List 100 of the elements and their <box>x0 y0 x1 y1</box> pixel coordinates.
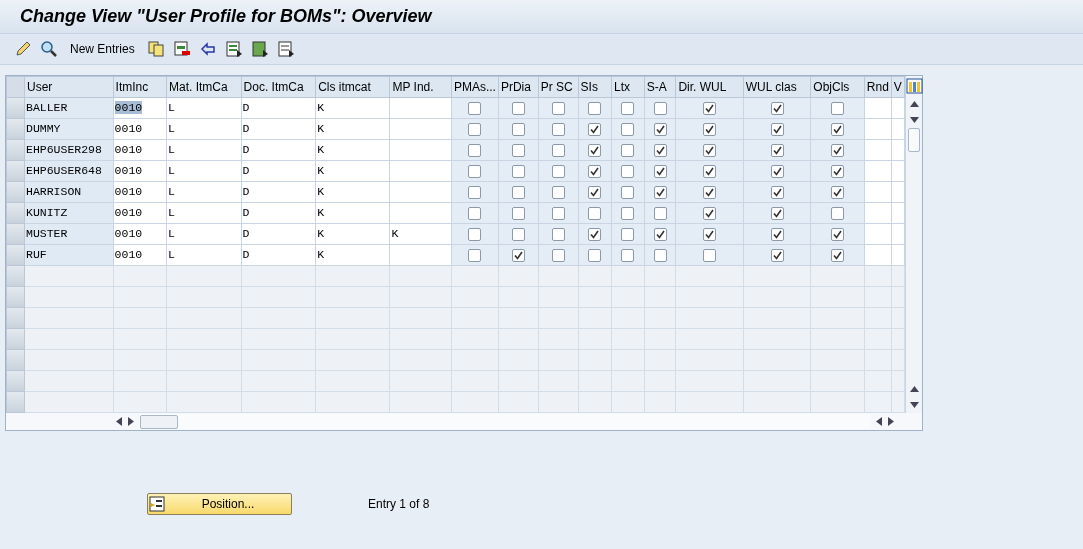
checkbox[interactable] <box>770 249 784 263</box>
table-cell[interactable]: K <box>317 185 325 199</box>
checkbox[interactable] <box>468 123 482 137</box>
checkbox[interactable] <box>621 228 635 242</box>
scroll-up-arrow-icon[interactable] <box>909 101 919 107</box>
checkbox[interactable] <box>770 228 784 242</box>
checkbox[interactable] <box>511 144 525 158</box>
checkbox[interactable] <box>703 249 717 263</box>
checkbox[interactable] <box>551 186 565 200</box>
scroll-down-arrow-icon[interactable] <box>909 402 919 408</box>
table-cell[interactable]: K <box>317 143 325 157</box>
checkbox[interactable] <box>703 165 717 179</box>
table-cell[interactable]: K <box>317 101 325 115</box>
checkbox[interactable] <box>588 186 602 200</box>
table-cell[interactable]: L <box>168 248 175 262</box>
new-entries-button[interactable]: New Entries <box>66 40 139 58</box>
column-settings-icon[interactable] <box>906 76 923 96</box>
checkbox[interactable] <box>703 186 717 200</box>
table-cell[interactable]: L <box>168 143 175 157</box>
table-cell[interactable]: D <box>242 248 250 262</box>
scroll-left-button[interactable] <box>876 417 882 426</box>
table-cell[interactable]: L <box>168 101 175 115</box>
table-cell[interactable]: D <box>242 185 250 199</box>
undo-icon[interactable] <box>198 40 217 58</box>
table-cell[interactable]: K <box>317 164 325 178</box>
table-cell[interactable]: D <box>242 122 250 136</box>
scroll-up-arrow-icon[interactable] <box>909 386 919 392</box>
checkbox[interactable] <box>468 186 482 200</box>
table-cell[interactable]: K <box>391 227 399 241</box>
checkbox[interactable] <box>588 123 602 137</box>
table-cell[interactable]: D <box>242 143 250 157</box>
checkbox[interactable] <box>621 249 635 263</box>
checkbox[interactable] <box>831 102 845 116</box>
checkbox[interactable] <box>653 186 667 200</box>
scroll-left-button[interactable] <box>116 417 122 426</box>
checkbox[interactable] <box>551 102 565 116</box>
table-cell[interactable]: L <box>168 185 175 199</box>
table-cell[interactable]: D <box>242 101 250 115</box>
checkbox[interactable] <box>770 144 784 158</box>
checkbox[interactable] <box>551 228 565 242</box>
checkbox[interactable] <box>588 228 602 242</box>
checkbox[interactable] <box>511 249 525 263</box>
table-cell[interactable]: L <box>168 206 175 220</box>
table-cell[interactable]: L <box>168 164 175 178</box>
pencil-icon[interactable] <box>14 40 32 58</box>
checkbox[interactable] <box>703 123 717 137</box>
select-all-icon[interactable] <box>224 40 243 58</box>
checkbox[interactable] <box>653 144 667 158</box>
checkbox[interactable] <box>511 228 525 242</box>
table-cell[interactable]: K <box>317 206 325 220</box>
checkbox[interactable] <box>703 102 717 116</box>
table-cell[interactable]: RUF <box>26 248 47 262</box>
checkbox[interactable] <box>653 207 667 221</box>
checkbox[interactable] <box>511 102 525 116</box>
checkbox[interactable] <box>831 249 845 263</box>
checkbox[interactable] <box>588 165 602 179</box>
table-cell[interactable]: D <box>242 206 250 220</box>
delete-row-icon[interactable] <box>172 40 191 58</box>
checkbox[interactable] <box>770 207 784 221</box>
checkbox[interactable] <box>653 123 667 137</box>
checkbox[interactable] <box>511 186 525 200</box>
checkbox[interactable] <box>621 123 635 137</box>
checkbox[interactable] <box>653 249 667 263</box>
checkbox[interactable] <box>551 207 565 221</box>
checkbox[interactable] <box>770 102 784 116</box>
checkbox[interactable] <box>588 249 602 263</box>
checkbox[interactable] <box>653 165 667 179</box>
checkbox[interactable] <box>468 165 482 179</box>
checkbox[interactable] <box>511 207 525 221</box>
position-button[interactable]: Position... <box>147 493 292 515</box>
table-cell[interactable]: K <box>317 227 325 241</box>
checkbox[interactable] <box>468 207 482 221</box>
table-cell[interactable]: K <box>317 248 325 262</box>
scroll-right-button[interactable] <box>128 417 134 426</box>
checkbox[interactable] <box>621 186 635 200</box>
checkbox[interactable] <box>770 186 784 200</box>
checkbox[interactable] <box>468 249 482 263</box>
checkbox[interactable] <box>468 144 482 158</box>
table-cell[interactable]: L <box>168 122 175 136</box>
checkbox[interactable] <box>831 186 845 200</box>
table-cell[interactable]: L <box>168 227 175 241</box>
checkbox[interactable] <box>653 102 667 116</box>
checkbox[interactable] <box>588 102 602 116</box>
checkbox[interactable] <box>831 165 845 179</box>
table-cell[interactable]: D <box>242 227 250 241</box>
checkbox[interactable] <box>621 144 635 158</box>
checkbox[interactable] <box>551 249 565 263</box>
checkbox[interactable] <box>703 228 717 242</box>
checkbox[interactable] <box>703 144 717 158</box>
checkbox[interactable] <box>831 144 845 158</box>
checkbox[interactable] <box>621 102 635 116</box>
checkbox[interactable] <box>831 228 845 242</box>
checkbox[interactable] <box>588 144 602 158</box>
checkbox[interactable] <box>653 228 667 242</box>
checkbox[interactable] <box>468 102 482 116</box>
checkbox[interactable] <box>831 123 845 137</box>
scroll-down-arrow-icon[interactable] <box>909 117 919 123</box>
scroll-thumb[interactable] <box>140 414 178 429</box>
table-cell[interactable]: D <box>242 164 250 178</box>
scroll-thumb[interactable] <box>908 128 920 152</box>
